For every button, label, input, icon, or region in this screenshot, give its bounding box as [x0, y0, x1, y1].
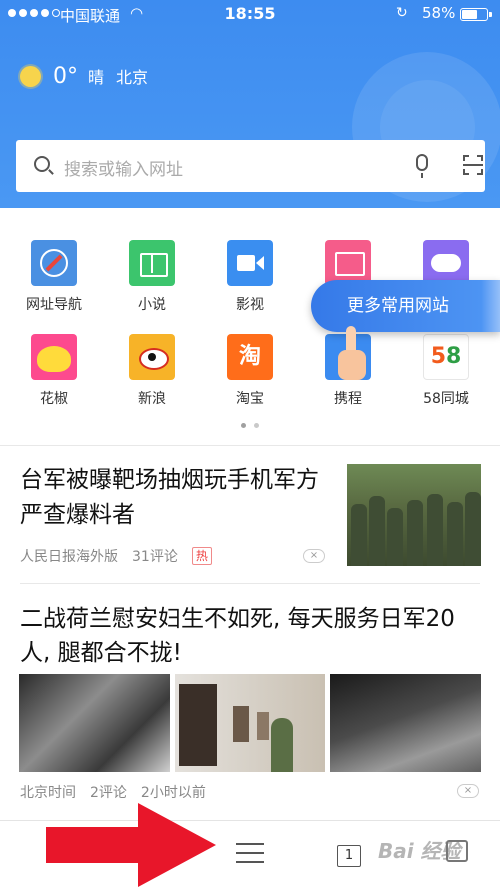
search-input[interactable]: 搜索或输入网址 — [64, 155, 183, 180]
rotation-lock-icon: ↻ — [396, 5, 408, 21]
quick-link-video[interactable]: 影视 — [196, 208, 292, 313]
header: 中国联通 ◠ 18:55 ↻ 58% 0° 晴 北京 搜索或输入网址 — [0, 0, 500, 208]
quick-link-sina[interactable]: 新浪 — [98, 302, 194, 407]
quick-link-taobao[interactable]: 淘 淘宝 — [196, 302, 292, 407]
temperature: 0° — [53, 63, 78, 89]
news-thumbnail[interactable] — [330, 674, 481, 772]
taobao-icon: 淘 — [227, 334, 273, 380]
news-thumbnail[interactable] — [175, 674, 325, 772]
microphone-icon[interactable] — [416, 154, 428, 178]
book-icon — [129, 240, 175, 286]
battery-icon — [460, 8, 492, 21]
sina-weibo-icon — [129, 334, 175, 380]
city-name: 北京 — [116, 68, 149, 87]
dismiss-icon[interactable]: × — [303, 549, 325, 563]
scan-icon[interactable] — [463, 155, 483, 175]
battery-percentage: 58% — [422, 4, 456, 22]
news-source: 北京时间 — [20, 785, 76, 801]
menu-icon[interactable] — [236, 843, 264, 863]
news-comments: 31评论 — [132, 549, 178, 565]
search-bar[interactable]: 搜索或输入网址 — [16, 140, 485, 192]
huajiao-icon — [31, 334, 77, 380]
page-dot — [241, 423, 246, 428]
quick-link-label: 花椒 — [40, 391, 68, 407]
quick-link-label: 58同城 — [423, 391, 469, 407]
quick-link-huajiao[interactable]: 花椒 — [0, 302, 96, 407]
weather-widget[interactable]: 0° 晴 北京 — [20, 62, 148, 90]
news-thumbnail[interactable] — [347, 464, 481, 566]
quick-link-nav[interactable]: 网址导航 — [0, 208, 96, 313]
quick-link-picture[interactable] — [294, 208, 390, 288]
weather-condition: 晴 — [88, 68, 105, 87]
quick-link-label: 新浪 — [138, 391, 166, 407]
quick-link-label: 淘宝 — [236, 391, 264, 407]
compass-icon — [31, 240, 77, 286]
quick-link-game[interactable] — [392, 208, 488, 288]
dismiss-icon[interactable]: × — [457, 784, 479, 798]
page-dot — [254, 423, 259, 428]
news-source: 人民日报海外版 — [20, 549, 118, 565]
news-title[interactable]: 二战荷兰慰安妇生不如死, 每天服务日军20人, 腿都合不拢! — [20, 602, 485, 670]
status-bar: 中国联通 ◠ 18:55 ↻ 58% — [0, 0, 500, 30]
quick-link-label: 携程 — [334, 391, 362, 407]
news-time: 2小时以前 — [140, 785, 206, 801]
divider — [20, 583, 480, 584]
tabs-button[interactable]: 1 — [337, 845, 361, 867]
watermark-logo: Bai 经验 — [378, 839, 461, 863]
58-icon: 58 — [423, 334, 469, 380]
hot-badge: 热 — [191, 547, 212, 565]
page-indicator — [0, 423, 500, 428]
pointing-hand-icon — [336, 326, 366, 380]
divider — [0, 445, 500, 446]
news-comments: 2评论 — [90, 785, 127, 801]
news-title[interactable]: 台军被曝靶场抽烟玩手机军方严查爆料者 — [20, 463, 330, 533]
sun-icon — [20, 65, 41, 87]
news-meta: 北京时间 2评论 2小时以前 — [20, 782, 206, 802]
search-icon — [34, 156, 50, 172]
news-thumbnail[interactable] — [19, 674, 170, 772]
video-camera-icon — [227, 240, 273, 286]
more-sites-tooltip[interactable]: 更多常用网站 — [311, 280, 500, 332]
red-arrow-annotation — [46, 803, 216, 887]
news-meta: 人民日报海外版 31评论 热 — [20, 546, 212, 566]
quick-link-novel[interactable]: 小说 — [98, 208, 194, 313]
